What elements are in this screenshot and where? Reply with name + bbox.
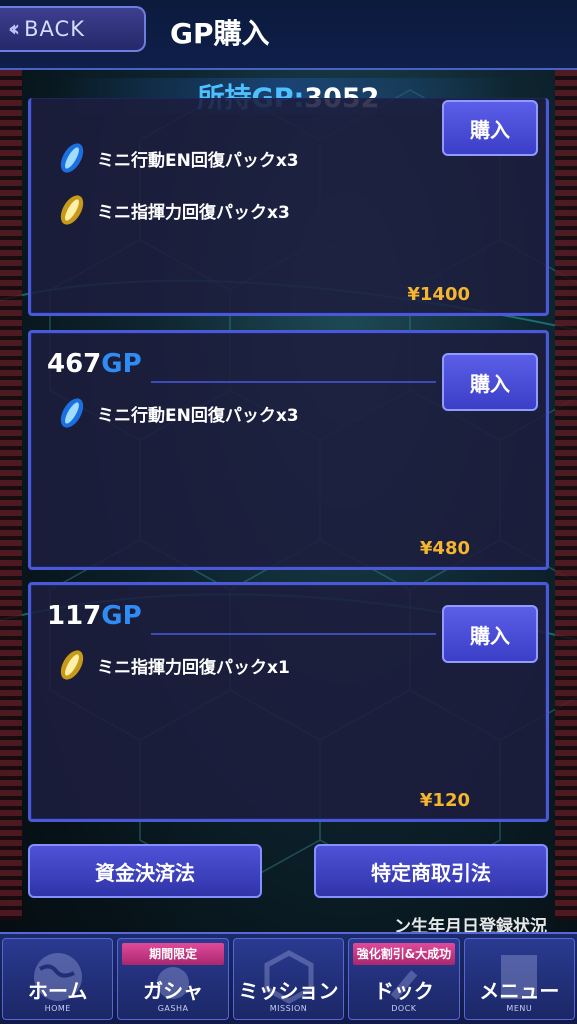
gp-amount-value: 117 [47,601,102,631]
nav-label: ミッション [238,979,339,1003]
bottom-nav: ホーム HOME 期間限定 ガシャ GASHA ミッション MISSION 強化… [0,932,577,1024]
price-label: ¥480 [419,538,470,559]
nav-sub: HOME [44,1004,71,1013]
gp-pack-card: 117GP 購入 ミニ指揮力回復パックx1 ¥120 [28,582,549,822]
gp-amount: 117GP [47,601,142,631]
buy-button[interactable]: 購入 [442,605,538,663]
blue-en-capsule-icon [60,143,84,173]
nav-label: メニュー [479,979,560,1003]
commercial-transactions-act-button[interactable]: 特定商取引法 [314,844,548,898]
pack-item-label: ミニ行動EN回復パックx3 [97,150,299,171]
nav-menu[interactable]: メニュー MENU [463,938,576,1020]
nav-mission[interactable]: ミッション MISSION [232,938,345,1020]
gold-command-capsule-icon [60,195,84,225]
buy-button[interactable]: 購入 [442,100,538,156]
nav-home[interactable]: ホーム HOME [2,938,114,1020]
limited-time-badge: 期間限定 [122,943,224,965]
nav-gasha[interactable]: 期間限定 ガシャ GASHA [117,938,229,1020]
nav-sub: DOCK [391,1004,417,1013]
left-hazard-stripe [0,60,22,920]
gp-amount-value: 467 [47,349,102,379]
nav-label: ドック [373,979,434,1003]
pack-item-label: ミニ指揮力回復パックx1 [97,657,290,678]
header-bar: ‹‹ BACK GP購入 [0,0,577,70]
nav-sub: MISSION [269,1004,308,1013]
nav-sub: MENU [506,1004,533,1013]
nav-label: ガシャ [143,979,204,1003]
divider [151,381,436,383]
nav-label: ホーム [28,979,88,1003]
pack-item: ミニ指揮力回復パックx3 [57,192,290,228]
buy-button[interactable]: 購入 [442,353,538,411]
page-title: GP購入 [170,17,270,50]
right-hazard-stripe [555,60,577,920]
gold-command-capsule-icon [60,650,84,680]
gp-unit: GP [101,349,142,379]
pack-item: ミニ指揮力回復パックx1 [57,647,290,683]
gp-unit: GP [101,601,142,631]
gp-pack-card: 購入 ミニ行動EN回復パックx3 ミニ指揮力回復パックx3 ¥1400 [28,98,549,316]
pack-item-label: ミニ指揮力回復パックx3 [97,202,290,223]
gp-amount: 467GP [47,349,142,379]
nav-dock[interactable]: 強化割引&大成功 ドック DOCK [348,938,460,1020]
nav-sub: GASHA [157,1004,189,1013]
blue-en-capsule-icon [60,398,84,428]
pack-item: ミニ行動EN回復パックx3 [57,140,299,176]
funds-settlement-act-button[interactable]: 資金決済法 [28,844,262,898]
price-label: ¥120 [419,790,470,811]
pack-item: ミニ行動EN回復パックx3 [57,395,299,431]
price-label: ¥1400 [407,284,470,305]
pack-item-label: ミニ行動EN回復パックx3 [97,405,299,426]
gp-pack-card: 467GP 購入 ミニ行動EN回復パックx3 ¥480 [28,330,549,570]
enhance-discount-badge: 強化割引&大成功 [353,943,455,965]
divider [151,633,436,635]
